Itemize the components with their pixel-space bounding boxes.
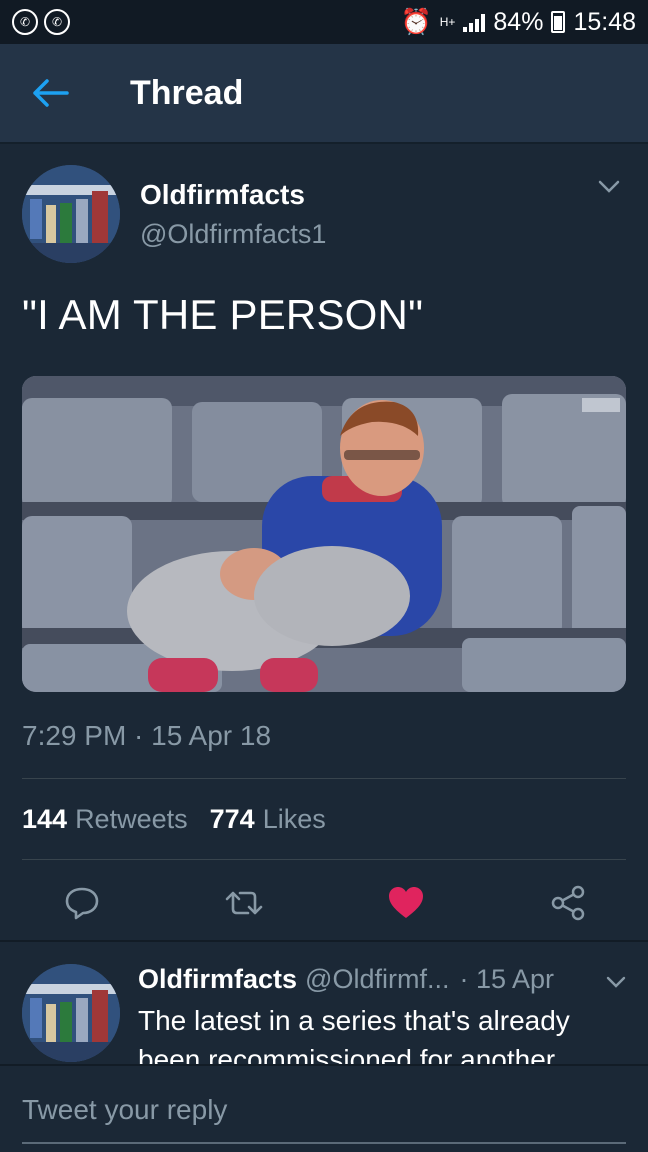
tweet-actions [22,860,626,946]
retweets-stat[interactable]: 144 Retweets [22,804,188,835]
retweet-button[interactable] [224,883,264,923]
app-header: Thread [0,44,648,144]
viber-icon: ✆ [44,9,70,35]
likes-label: Likes [262,803,326,834]
tweet-media-image[interactable] [22,376,626,692]
clock: 15:48 [573,7,636,36]
avatar[interactable] [22,165,120,263]
tweet-stats: 144 Retweets 774 Likes [22,779,626,859]
author-handle[interactable]: @Oldfirmfacts1 [140,219,326,250]
reply-button[interactable] [62,883,102,923]
tweet-timestamp: 7:29 PM · 15 Apr 18 [22,720,272,751]
share-icon [551,885,585,921]
battery-icon [551,11,566,33]
heart-icon [389,887,423,918]
retweets-label: Retweets [75,803,188,834]
whatsapp-icon: ✆ [12,9,38,35]
reply-icon [65,887,99,920]
retweet-icon [225,891,263,915]
tweet-text: "I AM THE PERSON" [22,291,424,338]
tweet-author-row: Oldfirmfacts @Oldfirmfacts1 [22,146,626,282]
chevron-down-icon [598,180,620,193]
compose-bar [0,1064,648,1152]
reply-author-handle[interactable]: @Oldfirmf... [305,964,449,995]
reply-input[interactable] [22,1066,626,1144]
main-tweet: Oldfirmfacts @Oldfirmfacts1 "I AM THE PE… [0,146,648,946]
reply-menu-button[interactable] [606,964,626,995]
retweets-count: 144 [22,803,68,834]
likes-count: 774 [209,803,255,834]
reply-date: · 15 Apr [459,964,555,994]
back-arrow-icon [33,79,69,107]
avatar[interactable] [22,964,120,1062]
chevron-down-icon [606,976,626,988]
likes-stat[interactable]: 774 Likes [210,804,326,835]
tweet-menu-button[interactable] [598,180,620,199]
author-name[interactable]: Oldfirmfacts [140,179,326,211]
page-title: Thread [130,73,244,112]
reply-author-name[interactable]: Oldfirmfacts [138,964,297,995]
status-bar: ✆ ✆ ⏰ H+ 84% 15:48 [0,0,648,44]
reply-tweet[interactable]: Oldfirmfacts @Oldfirmf... · 15 Apr The l… [0,940,648,1064]
reply-text: The latest in a series that's already be… [138,1005,570,1064]
network-type: H+ [439,14,456,29]
battery-percent: 84% [493,7,544,36]
share-button[interactable] [548,883,588,923]
signal-icon [463,12,486,32]
alarm-icon: ⏰ [400,7,432,36]
like-button[interactable] [386,883,426,923]
back-button[interactable] [0,43,100,143]
